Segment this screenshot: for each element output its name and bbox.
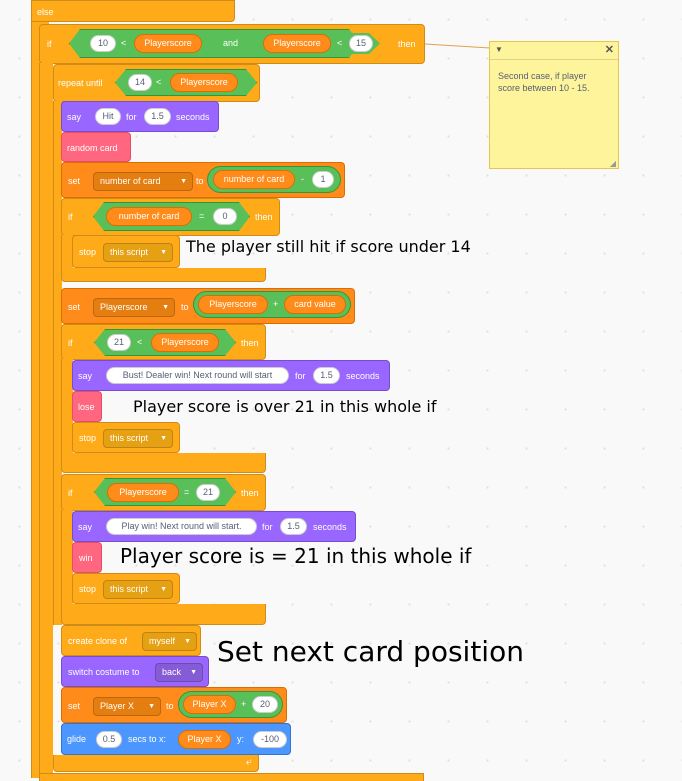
- sticky-note-text[interactable]: Second case, if player score between 10 …: [498, 70, 610, 94]
- sticky-note-header[interactable]: ▼ ✕: [490, 42, 618, 60]
- resize-handle-icon[interactable]: ◢: [610, 159, 616, 168]
- collapse-icon[interactable]: ▼: [495, 45, 503, 54]
- sticky-note[interactable]: ▼ ✕ Second case, if player score between…: [489, 41, 619, 169]
- close-icon[interactable]: ✕: [605, 43, 614, 56]
